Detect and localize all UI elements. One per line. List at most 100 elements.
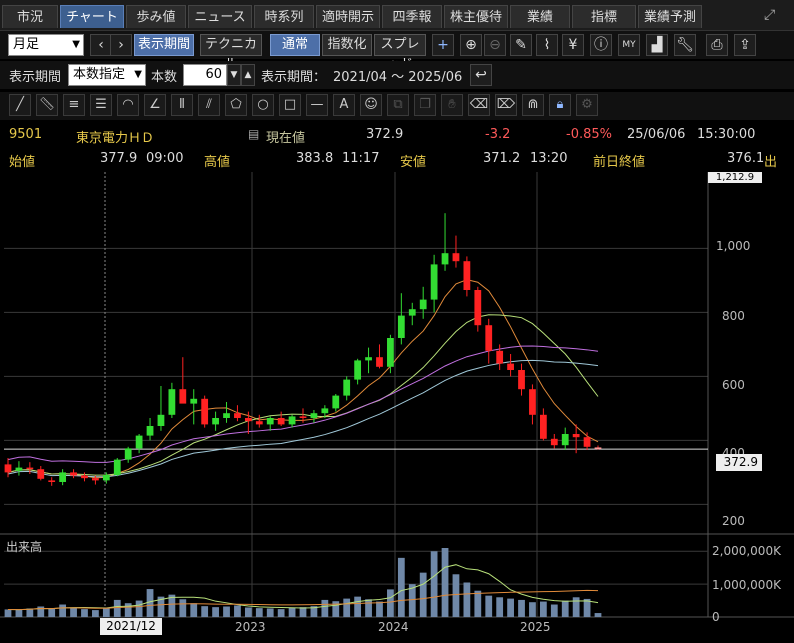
high-time: 11:17	[342, 151, 380, 166]
candle-body	[124, 448, 132, 460]
volume-bar	[572, 597, 580, 617]
zoom-in-icon[interactable]: ⊕	[460, 34, 482, 56]
next-button[interactable]: ›	[110, 34, 132, 56]
tab-market[interactable]: 市況	[2, 5, 58, 28]
tab-forecast[interactable]: 業績予測	[638, 5, 702, 28]
tab-earnings[interactable]: 業績	[510, 5, 570, 28]
volume-bar	[113, 599, 121, 617]
fan-icon[interactable]: ∠	[144, 94, 166, 116]
tab-shikiho[interactable]: 四季報	[382, 5, 442, 28]
candle-body	[507, 363, 514, 370]
copy-icon[interactable]: ❐	[414, 94, 436, 116]
trendline-icon[interactable]: ╱	[9, 94, 31, 116]
draw-settings-icon[interactable]: ⚙	[576, 94, 598, 116]
ruler-icon[interactable]: 📏︎	[36, 94, 58, 116]
y-tick-200: 200	[722, 514, 745, 528]
period-select-value: 月足	[13, 37, 40, 52]
candle-body	[594, 447, 602, 450]
tab-chart[interactable]: チャート	[60, 5, 124, 28]
chart-canvas[interactable]	[0, 172, 794, 643]
price-chart[interactable]: 1,000 800 600 400 200 1,212.9 372.9 出来高 …	[0, 172, 794, 643]
tab-indicators[interactable]: 指標	[572, 5, 636, 28]
period-label: 表示期間	[9, 70, 62, 85]
pen-icon[interactable]: ✎	[510, 34, 532, 56]
volume-bar	[539, 601, 547, 617]
erase-all-icon[interactable]: ⌦	[495, 94, 517, 116]
circle-icon[interactable]: ○	[252, 94, 274, 116]
my-chart-icon[interactable]: MY	[618, 34, 640, 56]
magnet-icon[interactable]: ⋒	[522, 94, 544, 116]
low-time: 13:20	[530, 151, 568, 166]
print-icon[interactable]: ⎙	[706, 34, 728, 56]
vlines-icon[interactable]: ⦀	[171, 94, 193, 116]
hand-icon[interactable]: ✋︎	[441, 94, 463, 116]
period-select[interactable]: 月足 ▼	[8, 34, 84, 56]
tab-bar: 市況 チャート 歩み値 ニュース 時系列 適時開示 四季報 株主優待 業績 指標…	[0, 0, 794, 31]
period-mode-select[interactable]: 本数指定 ▼	[68, 64, 146, 86]
count-down-button[interactable]: ▼	[227, 64, 241, 86]
volume-bar	[4, 609, 12, 617]
hline-icon[interactable]: —	[306, 94, 328, 116]
candle-body	[4, 464, 12, 473]
pentagon-icon[interactable]: ⬠	[225, 94, 247, 116]
reset-icon[interactable]: ↩	[470, 64, 492, 86]
volume-bar	[463, 582, 471, 617]
volume-bar	[212, 607, 219, 617]
candle-body	[539, 414, 547, 439]
area-chart-icon[interactable]: ▟	[646, 34, 668, 56]
rectangle-icon[interactable]: □	[279, 94, 301, 116]
spread-button[interactable]: スプレッド	[374, 34, 426, 72]
yen-icon[interactable]: ¥	[562, 34, 584, 56]
change-pct: -0.85%	[566, 127, 612, 142]
candle-type-icon[interactable]: ⌇	[536, 34, 558, 56]
tab-tick[interactable]: 歩み値	[126, 5, 186, 28]
count-input[interactable]: 60	[183, 64, 227, 86]
info-icon[interactable]: ⓘ	[590, 34, 612, 56]
candle-body	[485, 325, 493, 351]
volume-bar	[277, 609, 285, 617]
channel-icon[interactable]: ⫽	[198, 94, 220, 116]
candle-body	[26, 467, 34, 470]
tab-disclosure[interactable]: 適時開示	[316, 5, 380, 28]
eraser-icon[interactable]: ⌫	[468, 94, 490, 116]
current-label: 現在値	[266, 131, 306, 146]
volume-bar	[70, 607, 77, 617]
export-icon[interactable]: ⇪	[734, 34, 756, 56]
lock-icon[interactable]: 🔒︎	[549, 94, 571, 116]
normal-button[interactable]: 通常	[270, 34, 320, 56]
group-icon[interactable]: ⧉	[387, 94, 409, 116]
zoom-out-icon[interactable]: ⊖	[484, 34, 506, 56]
tab-timeseries[interactable]: 時系列	[254, 5, 314, 28]
memo-icon[interactable]: ▤	[248, 127, 259, 141]
top-price-label: 1,212.9	[708, 172, 762, 183]
index-button[interactable]: 指数化	[322, 34, 372, 56]
candle-body	[354, 360, 362, 380]
expand-icon[interactable]: ⤢	[764, 8, 780, 22]
technical-button[interactable]: テクニカル	[200, 34, 262, 72]
candle-body	[92, 478, 99, 481]
candle-body	[343, 379, 351, 396]
volume-bar	[124, 603, 132, 617]
candle-body	[201, 398, 209, 425]
fibonacci-icon[interactable]: ☰	[90, 94, 112, 116]
candle-body	[244, 418, 252, 422]
settings-wrench-icon[interactable]: 🔧︎	[674, 34, 696, 56]
tab-news[interactable]: ニュース	[188, 5, 252, 28]
candle-body	[48, 480, 56, 482]
hlines-icon[interactable]: ≡	[63, 94, 85, 116]
count-up-button[interactable]: ▲	[241, 64, 255, 86]
volume-bar	[354, 596, 362, 617]
crosshair-icon[interactable]: +	[432, 34, 454, 56]
prev-button[interactable]: ‹	[90, 34, 112, 56]
vol-tick-0: 0	[712, 610, 720, 624]
candle-body	[430, 264, 438, 300]
tab-yutai[interactable]: 株主優待	[444, 5, 508, 28]
arc-icon[interactable]: ◠	[117, 94, 139, 116]
volume-bar	[550, 604, 558, 617]
volume-bar	[81, 609, 88, 617]
display-period-button[interactable]: 表示期間	[134, 34, 194, 56]
candle-body	[518, 370, 525, 390]
text-icon[interactable]: A	[333, 94, 355, 116]
stamp-icon[interactable]: ☺	[360, 94, 382, 116]
candle-body	[387, 338, 394, 367]
